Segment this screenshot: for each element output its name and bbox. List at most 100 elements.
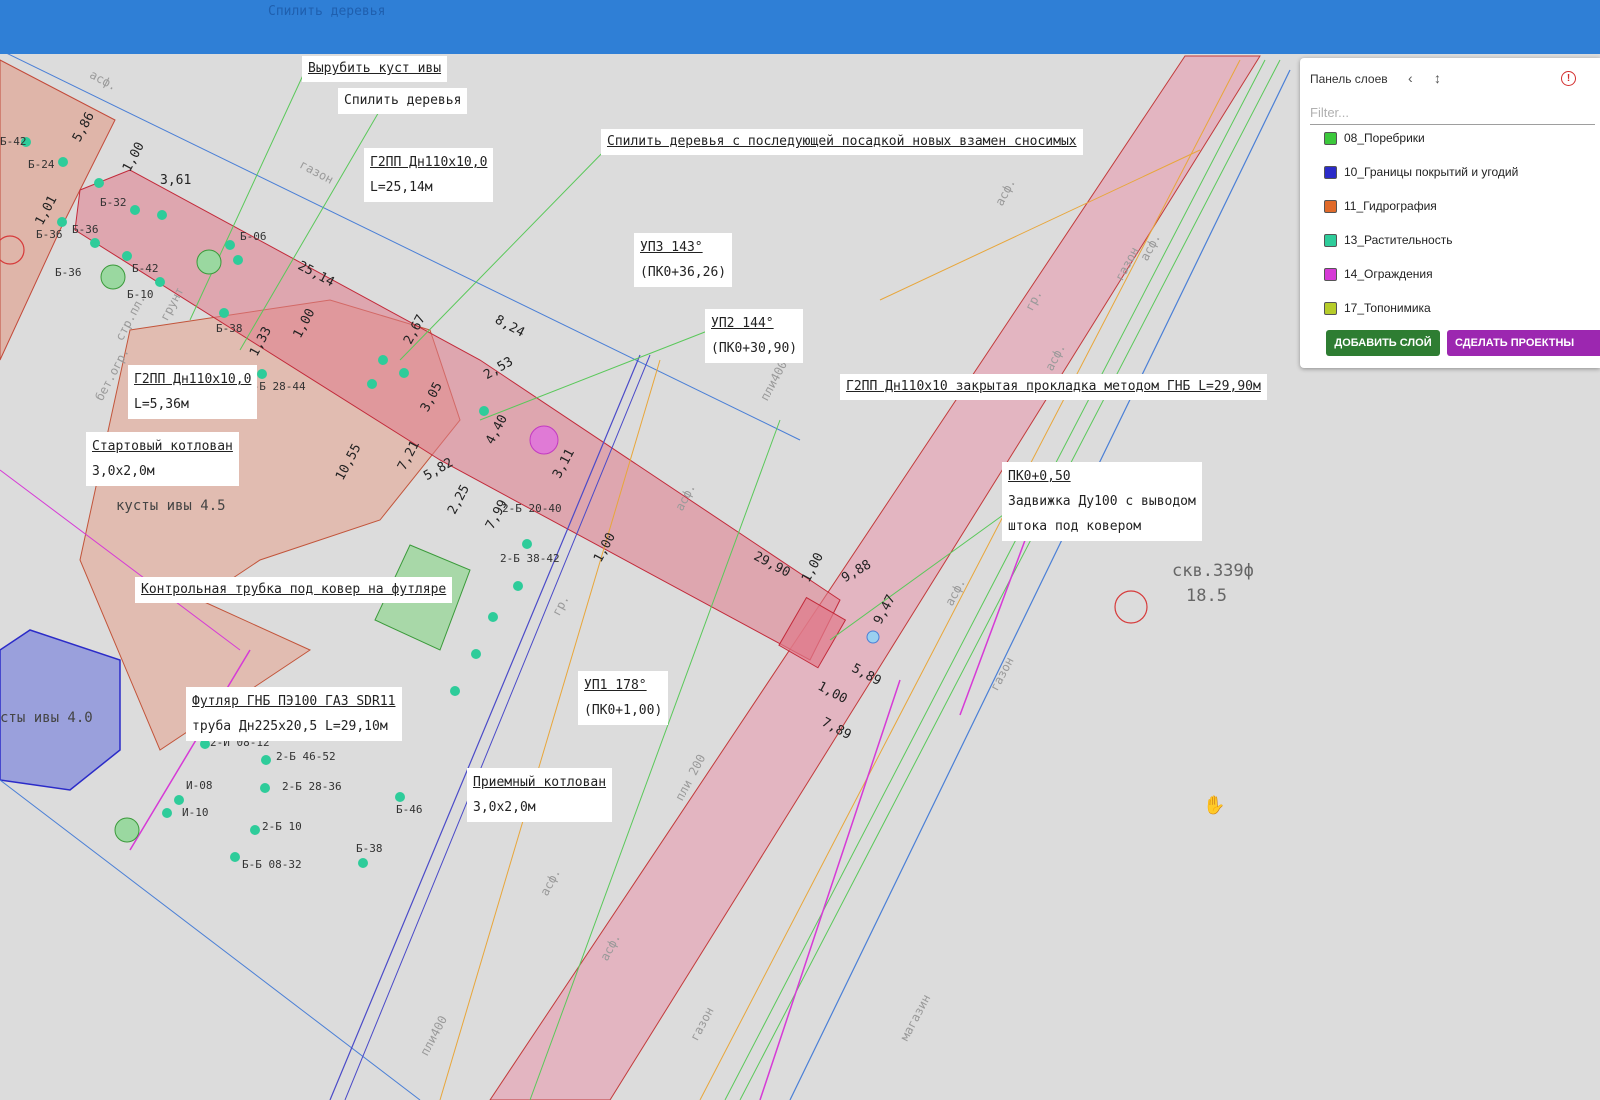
layer-color-swatch [1324, 268, 1337, 281]
svg-text:2-Б 38-42: 2-Б 38-42 [500, 552, 560, 565]
dimension-label: 3,61 [160, 173, 191, 188]
svg-text:Б-38: Б-38 [356, 842, 383, 855]
chevron-left-icon[interactable]: ‹ [1408, 70, 1413, 86]
make-project-button[interactable]: СДЕЛАТЬ ПРОЕКТНЫ [1447, 330, 1600, 356]
layer-filter-input[interactable] [1310, 100, 1595, 125]
layer-color-swatch [1324, 132, 1337, 145]
svg-text:Б-42: Б-42 [0, 135, 27, 148]
layers-panel: Панель слоев ‹ ↕ ! 08_Поребрики 10_Грани… [1300, 58, 1600, 368]
well-marker [1114, 590, 1148, 624]
callout-text: Спилить деревья с последующей посадкой н… [607, 134, 1077, 149]
well-elevation: 18.5 [1186, 586, 1227, 606]
warning-circle-icon[interactable]: ! [1561, 71, 1576, 86]
svg-text:И-10: И-10 [182, 806, 209, 819]
arrows-vertical-icon[interactable]: ↕ [1434, 70, 1441, 86]
svg-text:Б-32: Б-32 [100, 196, 127, 209]
svg-text:Б-06: Б-06 [240, 230, 267, 243]
layer-name: 11_Гидрография [1344, 199, 1437, 213]
svg-text:асф.: асф. [992, 176, 1018, 208]
svg-text:Б-46: Б-46 [396, 803, 423, 816]
callout-text: Спилить деревья [344, 93, 462, 108]
callout-up3[interactable]: УП3 143° (ПК0+36,26) [634, 233, 733, 287]
callout-text: УП1 178° [584, 678, 647, 693]
callout-valve[interactable]: ПК0+0,50 Задвижка Ду100 с выводом штока по… [1002, 462, 1202, 541]
dimension-label: 1,00 [799, 550, 827, 585]
top-app-bar [0, 0, 1600, 54]
svg-text:Б-36: Б-36 [72, 223, 99, 236]
callout-text: Приемный котлован [473, 775, 607, 790]
tree-circle [114, 817, 140, 843]
svg-text:2-Б 10: 2-Б 10 [262, 820, 302, 833]
callout-g2pp-2[interactable]: Г2ПП Дн110х10,0 L=5,36м [128, 365, 258, 419]
willow-label: кусты ивы 4.5 [116, 498, 226, 514]
svg-text:Б-36: Б-36 [36, 228, 63, 241]
callout-text: труба Дн225х20,5 L=29,10м [192, 719, 388, 734]
tree-circle [196, 249, 222, 275]
callout-text: Г2ПП Дн110х10 закрытая прокладка методом… [846, 379, 1261, 394]
svg-text:Б-24: Б-24 [28, 158, 55, 171]
callout-text: Контрольная трубка под ковер на футляре [141, 582, 447, 597]
faded-map-label: Спилить деревья [268, 4, 386, 19]
layer-color-swatch [1324, 234, 1337, 247]
svg-text:асф.: асф. [942, 576, 968, 608]
svg-text:грунт: грунт [157, 285, 186, 323]
callout-text: штока под ковером [1008, 519, 1142, 534]
dimension-label: 1,00 [120, 140, 148, 175]
callout-g2pp-gnb[interactable]: Г2ПП Дн110х10 закрытая прокладка методом… [840, 374, 1267, 400]
layer-color-swatch [1324, 166, 1337, 179]
svg-text:И-08: И-08 [186, 779, 213, 792]
panel-title: Панель слоев [1310, 72, 1388, 86]
svg-text:Б-38: Б-38 [216, 322, 243, 335]
callout-text: Вырубить куст ивы [308, 61, 442, 76]
callout-text: (ПК0+36,26) [640, 265, 727, 280]
callout-text: ПК0+0,50 [1008, 469, 1071, 484]
tree-circle [100, 264, 126, 290]
svg-text:газон: газон [297, 157, 335, 186]
willow-label: сты ивы 4.0 [0, 710, 93, 726]
callout-g2pp-1[interactable]: Г2ПП Дн110х10,0 L=25,14м [364, 148, 494, 202]
svg-text:Б-10: Б-10 [127, 288, 154, 301]
add-layer-button[interactable]: ДОБАВИТЬ СЛОЙ [1326, 330, 1440, 356]
callout-up2[interactable]: УП2 144° (ПК0+30,90) [705, 309, 804, 363]
callout-text: Футляр ГНБ ПЭ100 ГАЗ SDR11 [192, 694, 396, 709]
boundary-line [0, 779, 421, 1100]
svg-text:магазин: магазин [897, 992, 933, 1043]
layer-name: 10_Границы покрытий и угодий [1344, 165, 1519, 179]
svg-text:газон: газон [987, 655, 1016, 693]
callout-saw-trees[interactable]: Спилить деревья [338, 88, 468, 114]
callout-cut-bush[interactable]: Вырубить куст ивы [302, 56, 448, 82]
panel-header: Панель слоев ‹ ↕ ! [1310, 70, 1595, 90]
callout-recv-pit[interactable]: Приемный котлован 3,0х2,0м [467, 768, 613, 822]
callout-text: (ПК0+1,00) [584, 703, 663, 718]
callout-up1[interactable]: УП1 178° (ПК0+1,00) [578, 671, 669, 725]
callout-saw-replant[interactable]: Спилить деревья с последующей посадкой н… [601, 129, 1083, 155]
callout-control-tube[interactable]: Контрольная трубка под ковер на футляре [135, 577, 453, 603]
svg-text:2-Б 46-52: 2-Б 46-52 [276, 750, 336, 763]
svg-text:Б-42: Б-42 [132, 262, 159, 275]
callout-text: УП2 144° [711, 316, 774, 331]
well-label: скв.339ф [1172, 561, 1254, 581]
svg-text:Б-36: Б-36 [55, 266, 82, 279]
callout-text: Задвижка Ду100 с выводом [1008, 494, 1196, 509]
dimension-label: 2,25 [445, 482, 473, 517]
svg-text:асф.: асф. [537, 866, 563, 898]
green-line [479, 329, 711, 421]
callout-text: 3,0х2,0м [92, 464, 155, 479]
svg-text:2-Б 28-36: 2-Б 28-36 [282, 780, 342, 793]
callout-case[interactable]: Футляр ГНБ ПЭ100 ГАЗ SDR11 труба Дн225х20… [186, 687, 402, 741]
svg-text:асф.: асф. [87, 67, 119, 93]
svg-text:пли400: пли400 [417, 1013, 450, 1058]
hand-cursor-icon: ✋ [1203, 795, 1226, 816]
callout-start-pit[interactable]: Стартовый котлован 3,0х2,0м [86, 432, 239, 486]
callout-text: Стартовый котлован [92, 439, 233, 454]
callout-text: УП3 143° [640, 240, 703, 255]
dimension-label: 8,24 [492, 313, 527, 341]
svg-text:Б-Б 08-32: Б-Б 08-32 [242, 858, 302, 871]
layer-name: 17_Топонимика [1344, 301, 1431, 315]
callout-text: L=25,14м [370, 180, 433, 195]
layer-name: 08_Поребрики [1344, 131, 1425, 145]
callout-text: L=5,36м [134, 397, 189, 412]
layer-name: 13_Растительность [1344, 233, 1453, 247]
svg-text:гр.: гр. [549, 592, 572, 618]
layer-name: 14_Ограждения [1344, 267, 1433, 281]
